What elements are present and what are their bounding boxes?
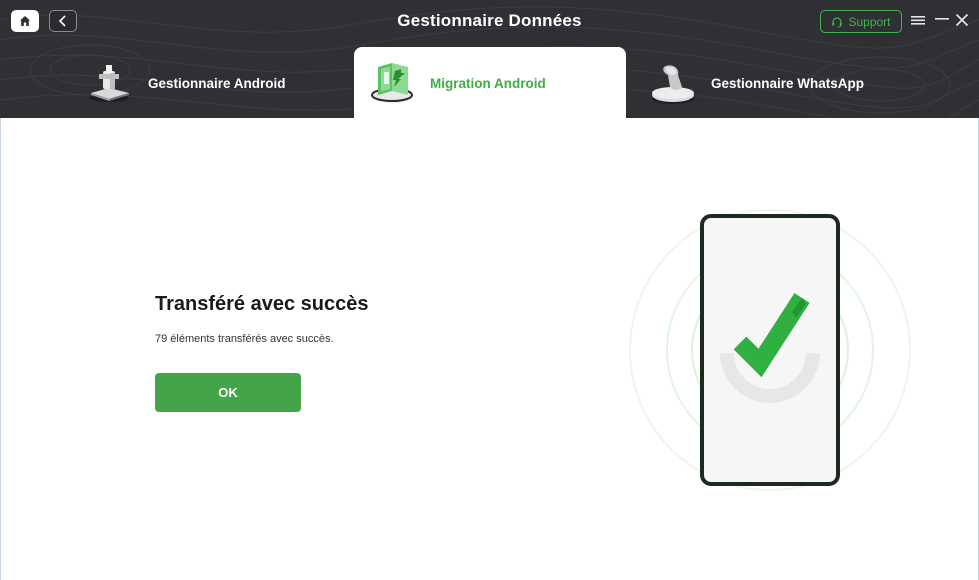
support-label: Support: [848, 14, 891, 29]
tab-android-migration-label: Migration Android: [430, 76, 546, 91]
success-phone-illustration: [629, 209, 911, 491]
close-icon: [955, 13, 969, 27]
tab-android-manager[interactable]: Gestionnaire Android: [85, 47, 350, 118]
support-button[interactable]: Support: [820, 10, 902, 33]
tab-android-migration[interactable]: Migration Android: [354, 47, 626, 118]
android-manager-icon: [89, 65, 129, 102]
close-button[interactable]: [954, 12, 970, 28]
tab-whatsapp-manager[interactable]: Gestionnaire WhatsApp: [640, 47, 920, 118]
success-message: 79 éléments transférés avec succès.: [155, 333, 334, 345]
android-migration-icon: [371, 63, 413, 103]
menu-icon: [911, 16, 925, 25]
minimize-icon: [935, 18, 949, 20]
headset-icon: [832, 16, 843, 27]
menu-button[interactable]: [910, 12, 926, 28]
window-border-left: [0, 118, 1, 580]
tab-android-manager-label: Gestionnaire Android: [148, 76, 286, 91]
ok-button[interactable]: OK: [155, 373, 301, 412]
app-header: Gestionnaire Données Support Gestionnair…: [0, 0, 979, 118]
success-title: Transféré avec succès: [155, 293, 369, 315]
main-content: Transféré avec succès 79 éléments transf…: [0, 118, 979, 580]
whatsapp-manager-icon: [652, 65, 694, 104]
minimize-button[interactable]: [934, 12, 950, 28]
tab-whatsapp-manager-label: Gestionnaire WhatsApp: [711, 76, 865, 91]
